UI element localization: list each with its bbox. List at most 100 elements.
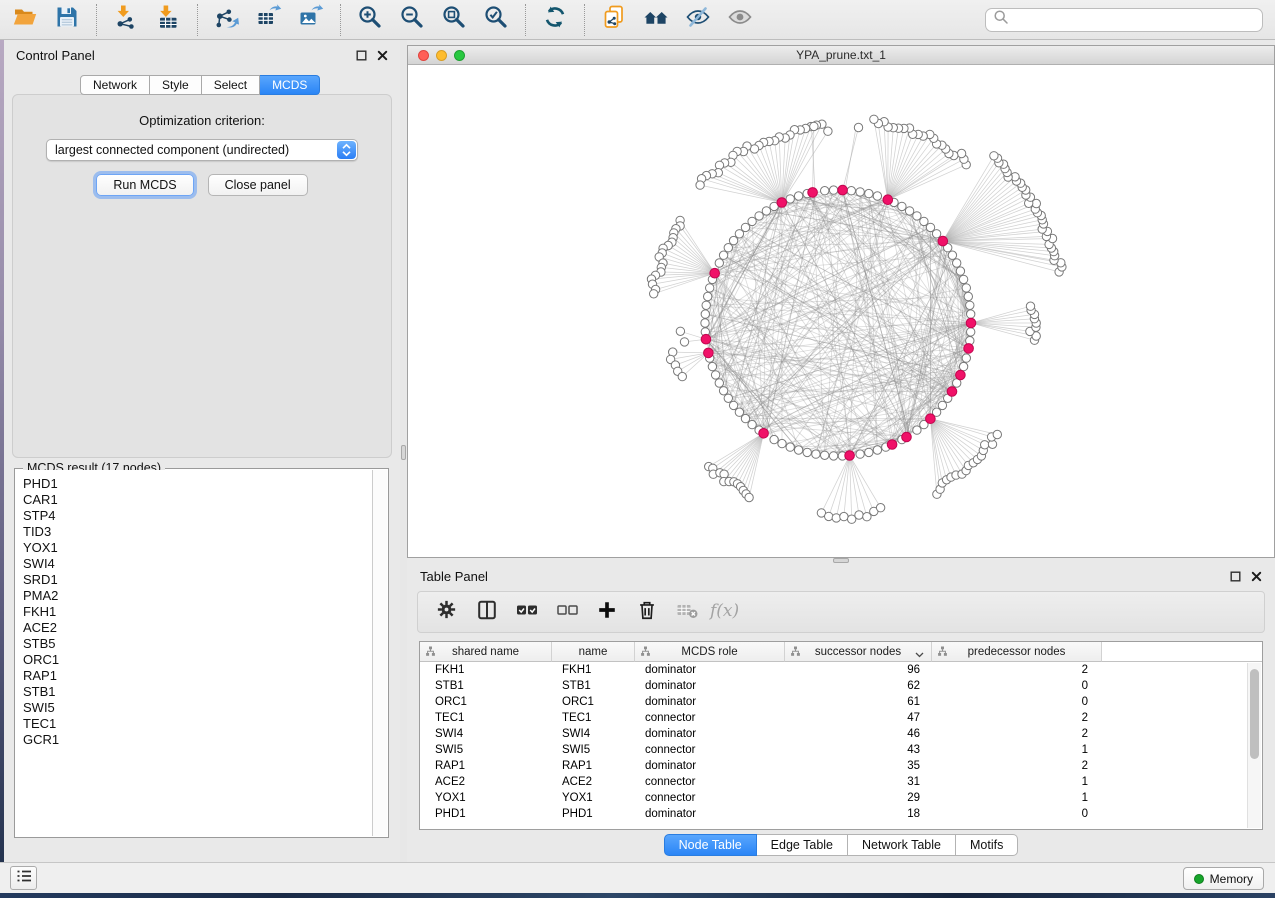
table-row[interactable]: PHD1PHD1dominator180 <box>420 806 1262 822</box>
mcds-result-item[interactable]: RAP1 <box>23 668 372 684</box>
open-button[interactable] <box>4 3 46 37</box>
mcds-result-item[interactable]: PMA2 <box>23 588 372 604</box>
mcds-result-item[interactable]: FKH1 <box>23 604 372 620</box>
first-neighbors-button[interactable] <box>635 3 677 37</box>
task-history-button[interactable] <box>10 866 37 890</box>
search-input[interactable] <box>1013 11 1262 29</box>
mcds-result-item[interactable]: CAR1 <box>23 492 372 508</box>
export-network-button[interactable] <box>206 3 248 37</box>
table-row[interactable]: ORC1ORC1dominator610 <box>420 694 1262 710</box>
mcds-result-item[interactable]: STP4 <box>23 508 372 524</box>
zoom-fit-button[interactable] <box>433 3 475 37</box>
mcds-result-item[interactable]: TID3 <box>23 524 372 540</box>
attribute-type-icon <box>937 646 948 660</box>
sort-chevron-icon[interactable] <box>915 649 924 661</box>
table-row[interactable]: STB1STB1dominator620 <box>420 678 1262 694</box>
tab-network-table[interactable]: Network Table <box>848 834 956 856</box>
table-row[interactable]: SWI5SWI5connector431 <box>420 742 1262 758</box>
zoom-out-button[interactable] <box>391 3 433 37</box>
mcds-result-item[interactable]: SRD1 <box>23 572 372 588</box>
column-header-name[interactable]: name <box>552 642 635 662</box>
minimize-window-button[interactable] <box>436 50 447 61</box>
zoom-selected-button[interactable] <box>475 3 517 37</box>
gear-button[interactable] <box>428 595 465 629</box>
table-row[interactable]: YOX1YOX1connector291 <box>420 790 1262 806</box>
mcds-result-item[interactable]: YOX1 <box>23 540 372 556</box>
tab-node-table[interactable]: Node Table <box>664 834 757 856</box>
save-button[interactable] <box>46 3 88 37</box>
table-row[interactable]: FKH1FKH1dominator962 <box>420 662 1262 678</box>
toolbar-separator <box>584 4 585 36</box>
float-panel-icon[interactable] <box>1229 571 1241 583</box>
table-cell: 2 <box>932 712 1102 724</box>
delete-button[interactable] <box>628 595 665 629</box>
select-all-button[interactable] <box>508 595 545 629</box>
copy-style-button[interactable] <box>593 3 635 37</box>
columns-button[interactable] <box>468 595 505 629</box>
table-row[interactable]: RAP1RAP1dominator352 <box>420 758 1262 774</box>
optimization-criterion-select[interactable]: largest connected component (undirected) <box>46 139 358 161</box>
export-table-button[interactable] <box>248 3 290 37</box>
memory-button[interactable]: Memory <box>1183 867 1264 890</box>
mcds-result-list[interactable]: PHD1CAR1STP4TID3YOX1SWI4SRD1PMA2FKH1ACE2… <box>16 470 372 836</box>
maximize-window-button[interactable] <box>454 50 465 61</box>
splitter-handle[interactable] <box>401 445 406 460</box>
zoom-fit-icon <box>441 4 467 35</box>
mcds-result-item[interactable]: STB5 <box>23 636 372 652</box>
deselect-all-button[interactable] <box>548 595 585 629</box>
table-scrollbar-thumb[interactable] <box>1250 669 1259 759</box>
vertical-splitter[interactable] <box>400 40 407 862</box>
hide-selected-button[interactable] <box>677 3 719 37</box>
column-header-successor-nodes[interactable]: successor nodes <box>785 642 932 662</box>
mcds-result-scrollbar[interactable] <box>372 470 387 836</box>
show-all-button[interactable] <box>719 3 761 37</box>
table-cell: 0 <box>932 808 1102 820</box>
table-scrollbar[interactable] <box>1247 663 1261 828</box>
tab-select[interactable]: Select <box>202 75 260 95</box>
network-window-titlebar[interactable]: YPA_prune.txt_1 <box>408 46 1274 65</box>
tab-network[interactable]: Network <box>80 75 150 95</box>
mcds-result-item[interactable]: SWI4 <box>23 556 372 572</box>
close-panel-icon[interactable] <box>376 49 388 61</box>
column-header-predecessor-nodes[interactable]: predecessor nodes <box>932 642 1102 662</box>
column-label: successor nodes <box>815 646 901 658</box>
mcds-result-item[interactable]: PHD1 <box>23 476 372 492</box>
table-cell: connector <box>635 792 785 804</box>
search-box[interactable] <box>985 8 1263 32</box>
network-graph[interactable] <box>408 65 1274 557</box>
mcds-result-item[interactable]: TEC1 <box>23 716 372 732</box>
mcds-result-item[interactable]: ORC1 <box>23 652 372 668</box>
table-row[interactable]: SWI4SWI4dominator462 <box>420 726 1262 742</box>
close-panel-button[interactable]: Close panel <box>208 174 308 196</box>
tab-mcds[interactable]: MCDS <box>260 75 320 95</box>
table-cell: SWI5 <box>420 744 552 756</box>
mcds-result-item[interactable]: STB1 <box>23 684 372 700</box>
table-row[interactable]: ACE2ACE2connector311 <box>420 774 1262 790</box>
select-stepper-icon <box>337 141 356 159</box>
import-network-button[interactable] <box>105 3 147 37</box>
run-mcds-button[interactable]: Run MCDS <box>96 174 193 196</box>
tab-motifs[interactable]: Motifs <box>956 834 1018 856</box>
table-cell: 1 <box>932 744 1102 756</box>
import-network-icon <box>113 4 139 35</box>
close-panel-icon[interactable] <box>1250 571 1262 583</box>
add-button[interactable] <box>588 595 625 629</box>
close-window-button[interactable] <box>418 50 429 61</box>
table-cell: 31 <box>785 776 932 788</box>
mcds-result-item[interactable]: SWI5 <box>23 700 372 716</box>
zoom-in-button[interactable] <box>349 3 391 37</box>
table-cell: 0 <box>932 680 1102 692</box>
column-header-MCDS-role[interactable]: MCDS role <box>635 642 785 662</box>
mcds-result-item[interactable]: ACE2 <box>23 620 372 636</box>
float-panel-icon[interactable] <box>355 49 367 61</box>
column-header-shared-name[interactable]: shared name <box>420 642 552 662</box>
refresh-button[interactable] <box>534 3 576 37</box>
export-image-button[interactable] <box>290 3 332 37</box>
table-row[interactable]: TEC1TEC1connector472 <box>420 710 1262 726</box>
network-canvas[interactable] <box>408 65 1274 557</box>
tab-style[interactable]: Style <box>150 75 202 95</box>
mcds-result-item[interactable]: GCR1 <box>23 732 372 748</box>
import-table-button[interactable] <box>147 3 189 37</box>
tab-edge-table[interactable]: Edge Table <box>757 834 848 856</box>
table-cell: 62 <box>785 680 932 692</box>
